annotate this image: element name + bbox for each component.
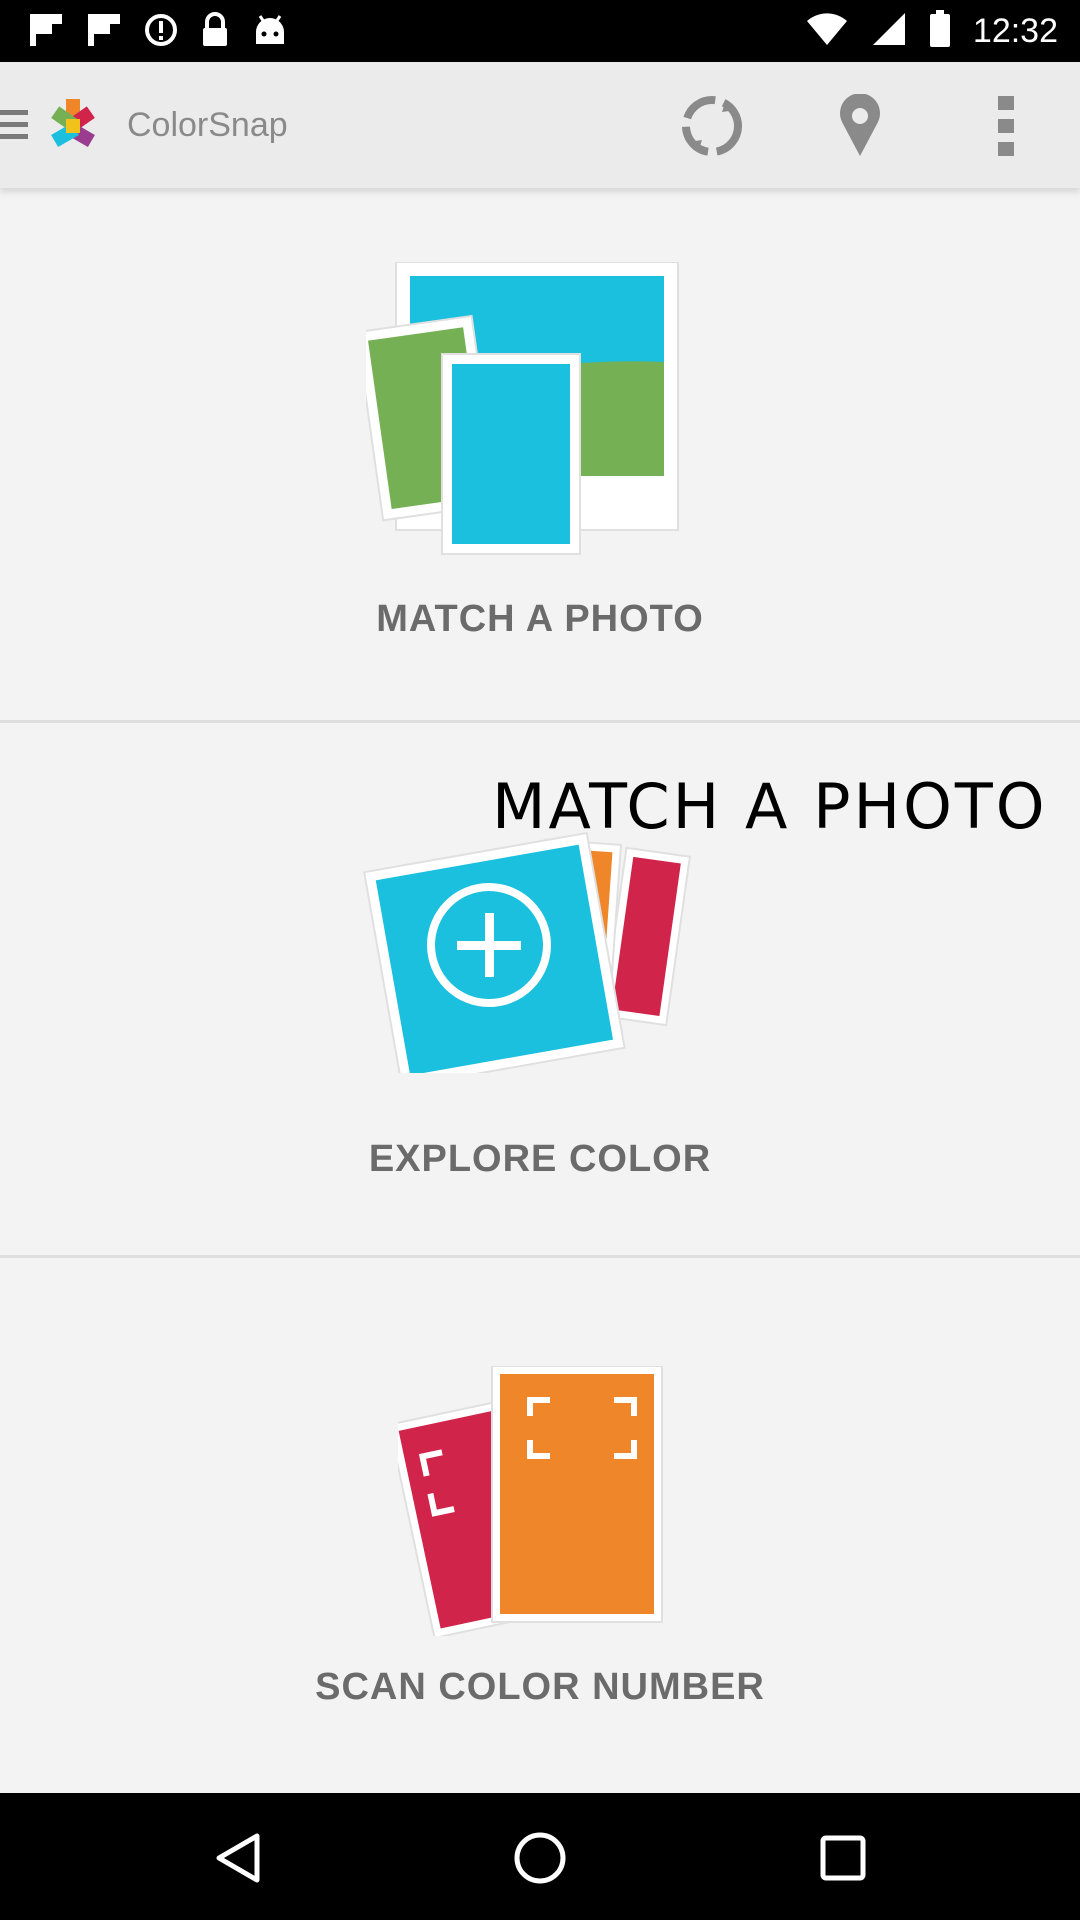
location-pin-icon[interactable] bbox=[824, 90, 896, 162]
scan-cards-icon bbox=[398, 1366, 663, 1636]
section-label: MATCH A PHOTO bbox=[376, 598, 704, 640]
battery-icon bbox=[929, 10, 951, 53]
scan-color-number-card[interactable]: SCAN COLOR NUMBER bbox=[0, 1258, 1080, 1793]
match-a-photo-card[interactable]: MATCH A PHOTO bbox=[0, 188, 1080, 721]
status-bar: 12:32 bbox=[0, 0, 1080, 62]
navigation-drawer-icon[interactable] bbox=[0, 110, 28, 142]
navigation-bar bbox=[0, 1793, 1080, 1920]
alert-icon bbox=[144, 13, 178, 52]
home-icon[interactable] bbox=[505, 1823, 575, 1893]
section-label: SCAN COLOR NUMBER bbox=[315, 1666, 765, 1708]
sync-icon[interactable] bbox=[676, 90, 748, 162]
signal-icon bbox=[871, 11, 907, 52]
back-icon[interactable] bbox=[202, 1823, 272, 1893]
recents-icon[interactable] bbox=[808, 1823, 878, 1893]
colorsnap-logo[interactable] bbox=[44, 97, 102, 155]
app-title: ColorSnap bbox=[127, 106, 288, 144]
color-cards-plus-icon bbox=[363, 831, 691, 1073]
section-label: EXPLORE COLOR bbox=[368, 1138, 712, 1180]
wifi-icon bbox=[805, 11, 849, 52]
photos-icon bbox=[366, 262, 679, 555]
overlay-label: MATCH A PHOTO bbox=[492, 770, 1048, 843]
lock-icon bbox=[200, 11, 230, 53]
android-icon bbox=[252, 14, 288, 51]
flipboard-icon bbox=[28, 12, 64, 53]
action-bar: ColorSnap bbox=[0, 62, 1080, 188]
status-time: 12:32 bbox=[972, 12, 1058, 50]
overflow-menu-icon[interactable] bbox=[970, 90, 1042, 162]
flipboard-icon bbox=[86, 12, 122, 53]
